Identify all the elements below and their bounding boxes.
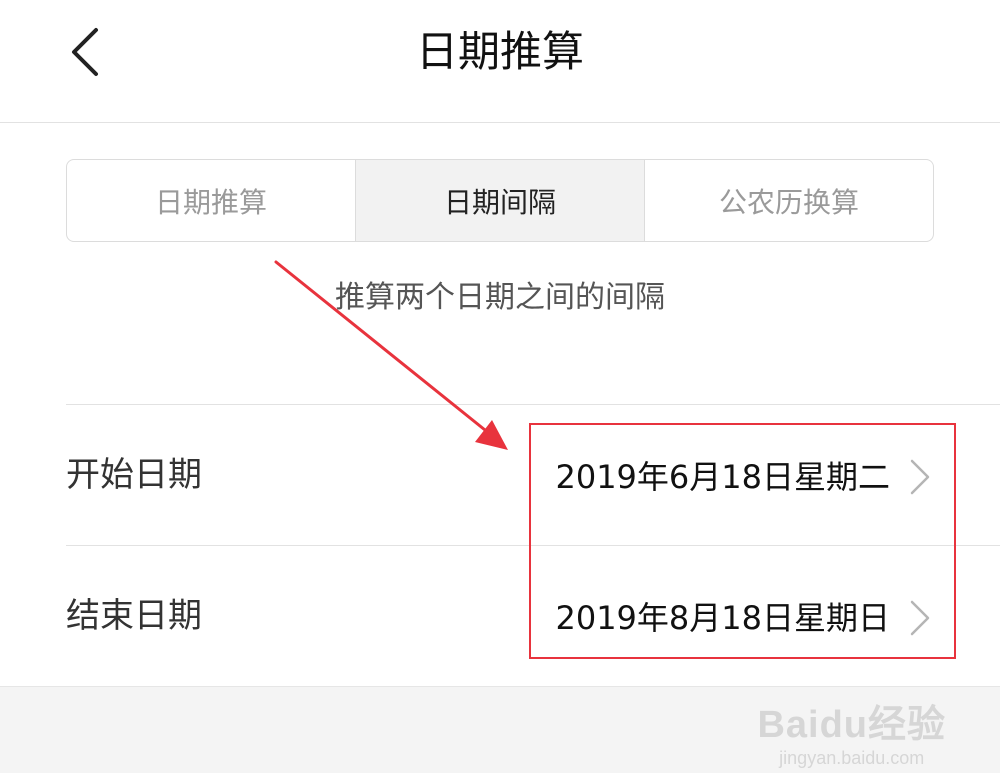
tab-lunar-conversion[interactable]: 公农历换算 xyxy=(644,160,933,241)
end-date-label: 结束日期 xyxy=(66,596,202,636)
tab-date-calculation[interactable]: 日期推算 xyxy=(67,160,355,241)
page-title: 日期推算 xyxy=(415,27,584,76)
watermark-url: jingyan.baidu.com xyxy=(779,748,925,768)
watermark-logo: Baidu经验 xyxy=(757,704,946,746)
annotation-highlight-box xyxy=(529,423,956,659)
app-header: 日期推算 xyxy=(0,0,1000,123)
annotation-arrow-icon xyxy=(274,260,508,450)
tab-date-interval[interactable]: 日期间隔 xyxy=(355,160,644,241)
start-date-label: 开始日期 xyxy=(66,455,202,495)
baidu-watermark: Baidu经验 jingyan.baidu.com xyxy=(757,703,946,769)
mode-segmented-control: 日期推算 日期间隔 公农历换算 xyxy=(66,159,934,242)
footer-area: Baidu经验 jingyan.baidu.com xyxy=(0,686,1000,773)
